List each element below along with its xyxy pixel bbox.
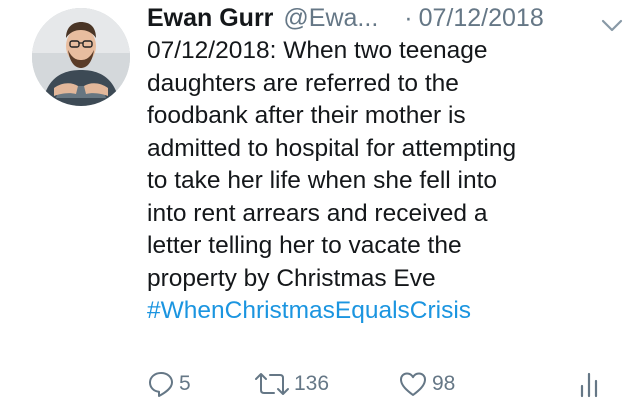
- like-button[interactable]: 98: [398, 368, 455, 400]
- retweet-button[interactable]: 136: [254, 368, 329, 400]
- avatar[interactable]: [32, 8, 130, 106]
- tweet-text-line: property by Christmas Eve: [147, 264, 436, 292]
- retweet-icon: [254, 370, 290, 398]
- tweet[interactable]: Ewan Gurr @Ewa... · 07/12/2018 07/12/201…: [0, 0, 640, 403]
- tweet-date[interactable]: 07/12/2018: [419, 2, 544, 34]
- heart-icon: [398, 370, 428, 398]
- chevron-down-icon[interactable]: [601, 9, 623, 32]
- hashtag-link[interactable]: #WhenChristmasEqualsCrisis: [147, 295, 627, 328]
- reply-count: 5: [179, 372, 191, 395]
- tweet-text-line: letter telling her to vacate the: [147, 232, 462, 259]
- tweet-text-line: into rent arrears and received a: [147, 199, 488, 227]
- tweet-text-line: to take her life when she fell into: [147, 167, 498, 194]
- analytics-icon: [578, 370, 600, 398]
- tweet-actions: 5 136 98: [147, 368, 617, 400]
- header-separator: ·: [404, 4, 413, 32]
- tweet-text-line: admitted to hospital for attempting: [147, 134, 517, 162]
- retweet-count: 136: [294, 372, 330, 395]
- like-count: 98: [432, 372, 456, 395]
- tweet-text-line: 07/12/2018: When two teenage: [147, 37, 488, 64]
- analytics-button[interactable]: [578, 368, 600, 400]
- author-name[interactable]: Ewan Gurr: [147, 2, 273, 34]
- tweet-text-line: daughters are referred to the: [147, 69, 459, 97]
- tweet-text: 07/12/2018: When two teenage daughters a…: [147, 35, 627, 328]
- tweet-text-line: foodbank after their mother is: [147, 102, 466, 129]
- reply-icon: [147, 370, 175, 398]
- reply-button[interactable]: 5: [147, 368, 191, 400]
- tweet-header: Ewan Gurr @Ewa... · 07/12/2018: [147, 2, 627, 34]
- author-handle[interactable]: @Ewa...: [283, 2, 378, 34]
